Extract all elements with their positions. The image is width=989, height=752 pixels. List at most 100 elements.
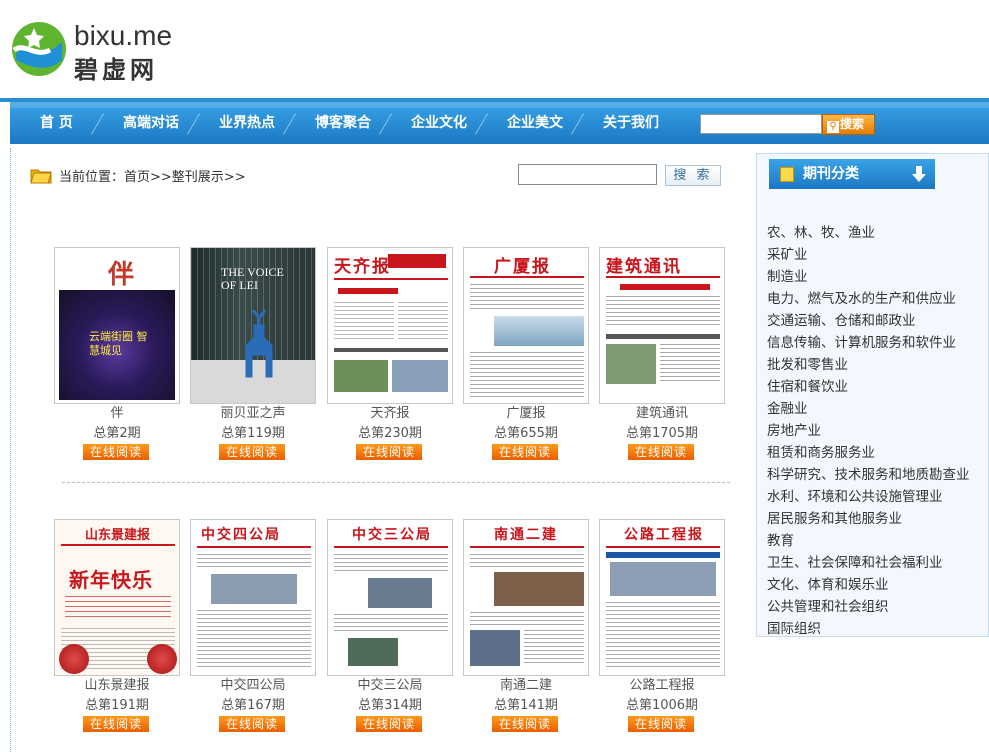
nav-bar: 首 页 高端对话 业界热点 博客聚合 企业文化 企业美文 关于我们 ⚲ 搜索 <box>10 102 989 144</box>
cover-thumbnail[interactable]: THE VOICE OF LEI <box>190 247 316 404</box>
site-logo[interactable]: bixu.me 碧虚网 <box>10 18 190 84</box>
magazine-card[interactable]: 建筑通讯 建筑通讯 总第1705期 在线阅读 <box>599 247 725 467</box>
cover-thumbnail[interactable]: 山东景建报 新年快乐 <box>54 519 180 676</box>
main-nav: 首 页 高端对话 业界热点 博客聚合 企业文化 企业美文 关于我们 ⚲ 搜索 <box>0 98 989 150</box>
search-icon: ⚲ <box>827 121 839 133</box>
row-divider <box>62 482 730 483</box>
nav-search-button[interactable]: ⚲ 搜索 <box>822 114 875 135</box>
magazine-name[interactable]: 伴 <box>54 405 180 423</box>
book-icon <box>780 167 794 182</box>
nav-item-about[interactable]: 关于我们 <box>603 102 659 144</box>
category-item[interactable]: 文化、体育和娱乐业 <box>767 574 970 596</box>
category-item[interactable]: 国际组织 <box>767 618 970 640</box>
cover-title: 中交四公局 <box>201 527 281 543</box>
cover-thumbnail[interactable]: 广厦报 <box>463 247 589 404</box>
category-item[interactable]: 金融业 <box>767 398 970 420</box>
arrow-down-icon <box>912 166 926 182</box>
magazine-card[interactable]: 山东景建报 新年快乐 山东景建报 总第191期 在线阅读 <box>54 519 180 739</box>
nav-item-culture[interactable]: 企业文化 <box>411 102 467 144</box>
category-item[interactable]: 房地产业 <box>767 420 970 442</box>
category-item[interactable]: 水利、环境和公共设施管理业 <box>767 486 970 508</box>
magazine-card[interactable]: 广厦报 广厦报 总第655期 在线阅读 <box>463 247 589 467</box>
issue-number: 总第655期 <box>494 426 558 441</box>
magazine-name[interactable]: 中交四公局 <box>190 677 316 695</box>
nav-separator <box>376 114 396 134</box>
cover-thumbnail[interactable]: 伴BANER 云端街圈 智慧城见 <box>54 247 180 404</box>
magazine-name[interactable]: 天齐报 <box>327 405 453 423</box>
cover-title: THE VOICE OF LEI <box>221 265 284 292</box>
issue-number: 总第141期 <box>494 698 558 713</box>
category-item[interactable]: 电力、燃气及水的生产和供应业 <box>767 288 970 310</box>
nav-separator <box>184 114 204 134</box>
category-item[interactable]: 租赁和商务服务业 <box>767 442 970 464</box>
page-search-input[interactable] <box>518 164 657 185</box>
cover-title: 山东景建报 <box>85 528 151 543</box>
cover-thumbnail[interactable]: 中交四公局 <box>190 519 316 676</box>
magazine-name[interactable]: 丽贝亚之声 <box>190 405 316 423</box>
issue-number: 总第191期 <box>85 698 149 713</box>
category-item[interactable]: 信息传输、计算机服务和软件业 <box>767 332 970 354</box>
read-online-button[interactable]: 在线阅读 <box>356 716 422 732</box>
read-online-button[interactable]: 在线阅读 <box>356 444 422 460</box>
sidebar-header[interactable]: 期刊分类 <box>769 159 935 189</box>
nav-item-hotspot[interactable]: 业界热点 <box>219 102 275 144</box>
read-online-button[interactable]: 在线阅读 <box>83 444 149 460</box>
nav-separator <box>280 114 300 134</box>
category-item[interactable]: 科学研究、技术服务和地质勘查业 <box>767 464 970 486</box>
nav-item-essays[interactable]: 企业美文 <box>507 102 563 144</box>
magazine-card[interactable]: 天齐报 天齐报 总第230期 在线阅读 <box>327 247 453 467</box>
read-online-button[interactable]: 在线阅读 <box>492 444 558 460</box>
breadcrumb-path[interactable]: 首页>>整刊展示>> <box>124 170 246 185</box>
page-search-button[interactable]: 搜 索 <box>665 165 721 186</box>
category-item[interactable]: 居民服务和其他服务业 <box>767 508 970 530</box>
category-item[interactable]: 公共管理和社会组织 <box>767 596 970 618</box>
cover-thumbnail[interactable]: 公路工程报 <box>599 519 725 676</box>
nav-item-dialogue[interactable]: 高端对话 <box>123 102 179 144</box>
cover-subtitle: 云端街圈 智慧城见 <box>89 330 148 357</box>
sidebar-title: 期刊分类 <box>803 166 859 182</box>
nav-item-home[interactable]: 首 页 <box>40 102 73 144</box>
magazine-card[interactable]: 伴BANER 云端街圈 智慧城见 伴 总第2期 在线阅读 <box>54 247 180 467</box>
category-item[interactable]: 教育 <box>767 530 970 552</box>
category-item[interactable]: 农、林、牧、渔业 <box>767 222 970 244</box>
magazine-card[interactable]: THE VOICE OF LEI 丽贝亚之声 总第119期 在线阅读 <box>190 247 316 467</box>
content-left-border <box>10 148 11 752</box>
magazine-card[interactable]: 中交三公局 中交三公局 总第314期 在线阅读 <box>327 519 453 739</box>
category-item[interactable]: 交通运输、仓储和邮政业 <box>767 310 970 332</box>
cover-thumbnail[interactable]: 中交三公局 <box>327 519 453 676</box>
category-item[interactable]: 批发和零售业 <box>767 354 970 376</box>
magazine-name[interactable]: 中交三公局 <box>327 677 453 695</box>
read-online-button[interactable]: 在线阅读 <box>83 716 149 732</box>
cover-thumbnail[interactable]: 天齐报 <box>327 247 453 404</box>
magazine-name[interactable]: 广厦报 <box>463 405 589 423</box>
issue-number: 总第314期 <box>358 698 422 713</box>
category-item[interactable]: 制造业 <box>767 266 970 288</box>
cover-thumbnail[interactable]: 建筑通讯 <box>599 247 725 404</box>
deer-sculpture-icon <box>245 309 273 378</box>
category-item[interactable]: 采矿业 <box>767 244 970 266</box>
cover-title: 建筑通讯 <box>606 257 682 277</box>
read-online-button[interactable]: 在线阅读 <box>219 444 285 460</box>
cover-title: 广厦报 <box>494 257 551 277</box>
read-online-button[interactable]: 在线阅读 <box>628 716 694 732</box>
category-item[interactable]: 卫生、社会保障和社会福利业 <box>767 552 970 574</box>
read-online-button[interactable]: 在线阅读 <box>628 444 694 460</box>
magazine-card[interactable]: 公路工程报 公路工程报 总第1006期 在线阅读 <box>599 519 725 739</box>
magazine-card[interactable]: 中交四公局 中交四公局 总第167期 在线阅读 <box>190 519 316 739</box>
magazine-card[interactable]: 南通二建 南通二建 总第141期 在线阅读 <box>463 519 589 739</box>
issue-number: 总第1006期 <box>625 698 699 713</box>
read-online-button[interactable]: 在线阅读 <box>219 716 285 732</box>
nav-search-input[interactable] <box>700 114 822 134</box>
cover-title: 公路工程报 <box>624 527 704 543</box>
category-item[interactable]: 住宿和餐饮业 <box>767 376 970 398</box>
logo-text-cn: 碧虚网 <box>74 56 158 84</box>
nav-item-blogs[interactable]: 博客聚合 <box>315 102 371 144</box>
read-online-button[interactable]: 在线阅读 <box>492 716 558 732</box>
magazine-name[interactable]: 山东景建报 <box>54 677 180 695</box>
magazine-name[interactable]: 建筑通讯 <box>599 405 725 423</box>
magazine-name[interactable]: 南通二建 <box>463 677 589 695</box>
logo-text-en: bixu.me <box>74 20 173 51</box>
magazine-name[interactable]: 公路工程报 <box>599 677 725 695</box>
cover-thumbnail[interactable]: 南通二建 <box>463 519 589 676</box>
nav-search-label: 搜索 <box>840 117 865 131</box>
